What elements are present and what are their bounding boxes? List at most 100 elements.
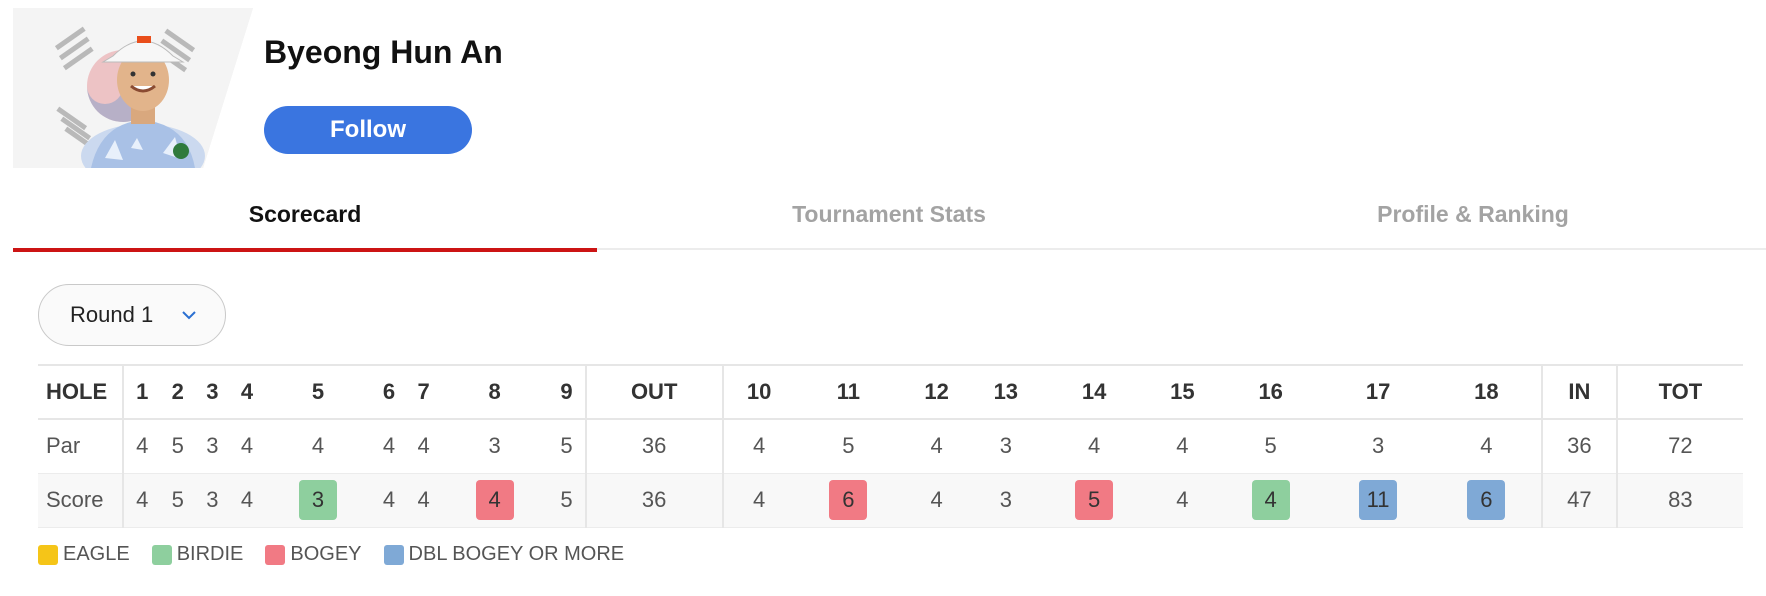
hole-header-14: 14: [1040, 364, 1148, 420]
par-cell: 4: [264, 419, 372, 474]
legend-label: BOGEY: [290, 543, 362, 565]
hole-header-16: 16: [1216, 364, 1325, 420]
score-cell: 3: [195, 473, 230, 528]
par-cell: 4: [721, 419, 795, 474]
score-cell: 4: [121, 473, 161, 528]
score-cell: 4: [371, 473, 407, 528]
chevron-down-icon: [182, 311, 196, 320]
legend-swatch: [383, 544, 404, 565]
legend-swatch: [151, 544, 172, 565]
score-chip-birdie: 3: [298, 480, 337, 520]
par-cell: 4: [1147, 419, 1217, 474]
score-cell: 3: [971, 473, 1041, 528]
score-cell: 4: [1147, 473, 1217, 528]
score-chip-bogey: 4: [475, 480, 514, 520]
hole-header-out: OUT: [584, 364, 723, 420]
par-cell: 3: [971, 419, 1041, 474]
legend-swatch: [265, 544, 286, 565]
hole-header-2: 2: [160, 364, 196, 420]
par-cell: 3: [1324, 419, 1432, 474]
par-cell: 5: [548, 419, 586, 474]
scorecard-header-row: HOLE 1 2 3 4 5 6 7 8 9 OUT 10 11 12 13 14 15 16 17 18 IN TOT: [38, 364, 1743, 420]
par-cell: 4: [371, 419, 407, 474]
hole-label: HOLE: [38, 364, 123, 420]
hole-header-15: 15: [1147, 364, 1217, 420]
hole-header-13: 13: [971, 364, 1041, 420]
hole-header-in: IN: [1540, 364, 1617, 420]
score-cell: 4: [440, 473, 549, 528]
score-cell: 36: [584, 473, 723, 528]
tab-profile-ranking[interactable]: Profile & Ranking: [1181, 178, 1765, 250]
score-cell: 3: [264, 473, 372, 528]
legend-swatch: [38, 544, 58, 565]
par-cell: 36: [1540, 419, 1617, 474]
par-cell: 36: [584, 419, 723, 474]
hole-header-9: 9: [548, 364, 586, 420]
score-cell: 6: [1431, 473, 1542, 528]
score-cell: 4: [406, 473, 441, 528]
round-select-value: Round 1: [70, 302, 154, 327]
score-chip-bogey: 6: [829, 480, 868, 520]
legend-item: DBL BOGEY OR MORE: [383, 543, 625, 566]
score-cell: 4: [902, 473, 972, 528]
score-cell: 5: [548, 473, 586, 528]
par-cell: 72: [1615, 419, 1743, 474]
hole-header-8: 8: [440, 364, 549, 420]
legend-label: EAGLE: [63, 543, 130, 565]
legend-label: BIRDIE: [176, 543, 244, 565]
hole-header-4: 4: [229, 364, 265, 420]
tab-bar: Scorecard Tournament Stats Profile & Ran…: [13, 178, 1766, 252]
score-chip-dbl: 6: [1467, 480, 1506, 520]
score-cell: 6: [794, 473, 903, 528]
par-row: Par 4 5 3 4 4 4 4 3 5 36 4 5 4 3 4 4 5 3 4 36 72: [38, 419, 1743, 474]
player-photo: [13, 8, 253, 168]
par-cell: 4: [1040, 419, 1148, 474]
score-cell: 4: [229, 473, 265, 528]
par-cell: 5: [794, 419, 903, 474]
score-cell: 5: [1040, 473, 1148, 528]
hole-header-7: 7: [406, 364, 441, 420]
hole-header-1: 1: [121, 364, 161, 420]
hole-header-17: 17: [1324, 364, 1432, 420]
hole-header-3: 3: [195, 364, 230, 420]
legend-item: BIRDIE: [151, 543, 244, 566]
hole-header-6: 6: [371, 364, 407, 420]
hole-header-5: 5: [264, 364, 372, 420]
par-cell: 4: [902, 419, 972, 474]
score-legend: EAGLE BIRDIE BOGEY DBL BOGEY OR MORE: [38, 543, 646, 566]
player-name: Byeong Hun An: [264, 34, 503, 70]
tab-tournament-stats[interactable]: Tournament Stats: [597, 178, 1181, 250]
hole-header-10: 10: [721, 364, 795, 420]
par-cell: 5: [1216, 419, 1325, 474]
par-cell: 4: [229, 419, 265, 474]
legend-item: BOGEY: [265, 543, 362, 566]
hole-header-12: 12: [902, 364, 972, 420]
score-cell: 4: [1216, 473, 1325, 528]
score-cell: 4: [721, 473, 795, 528]
score-cell: 47: [1540, 473, 1617, 528]
tab-scorecard[interactable]: Scorecard: [13, 178, 597, 252]
score-chip-birdie: 4: [1251, 480, 1290, 520]
par-cell: 4: [121, 419, 161, 474]
follow-button[interactable]: Follow: [264, 106, 472, 154]
par-cell: 4: [1431, 419, 1542, 474]
score-chip-bogey: 5: [1075, 480, 1114, 520]
score-cell: 11: [1324, 473, 1432, 528]
hole-header-tot: TOT: [1615, 364, 1743, 420]
legend-label: DBL BOGEY OR MORE: [408, 543, 625, 565]
score-cell: 83: [1615, 473, 1743, 528]
par-label: Par: [38, 419, 123, 474]
score-cell: 5: [160, 473, 196, 528]
par-cell: 4: [406, 419, 441, 474]
hole-header-11: 11: [794, 364, 903, 420]
scorecard-table: HOLE 1 2 3 4 5 6 7 8 9 OUT 10 11 12 13 14 15 16 17 18 IN TOT …: [38, 364, 1743, 528]
par-cell: 3: [195, 419, 230, 474]
score-label: Score: [38, 473, 123, 528]
hole-header-18: 18: [1431, 364, 1542, 420]
round-select[interactable]: Round 1: [38, 284, 226, 346]
legend-item: EAGLE: [38, 543, 130, 566]
par-cell: 5: [160, 419, 196, 474]
score-chip-dbl: 11: [1359, 480, 1398, 520]
par-cell: 3: [440, 419, 549, 474]
score-row: Score 4 5 3 4 3 4 4 4 5 36 4 6 4 3 5 4 4 11 6 47 83: [38, 473, 1743, 528]
